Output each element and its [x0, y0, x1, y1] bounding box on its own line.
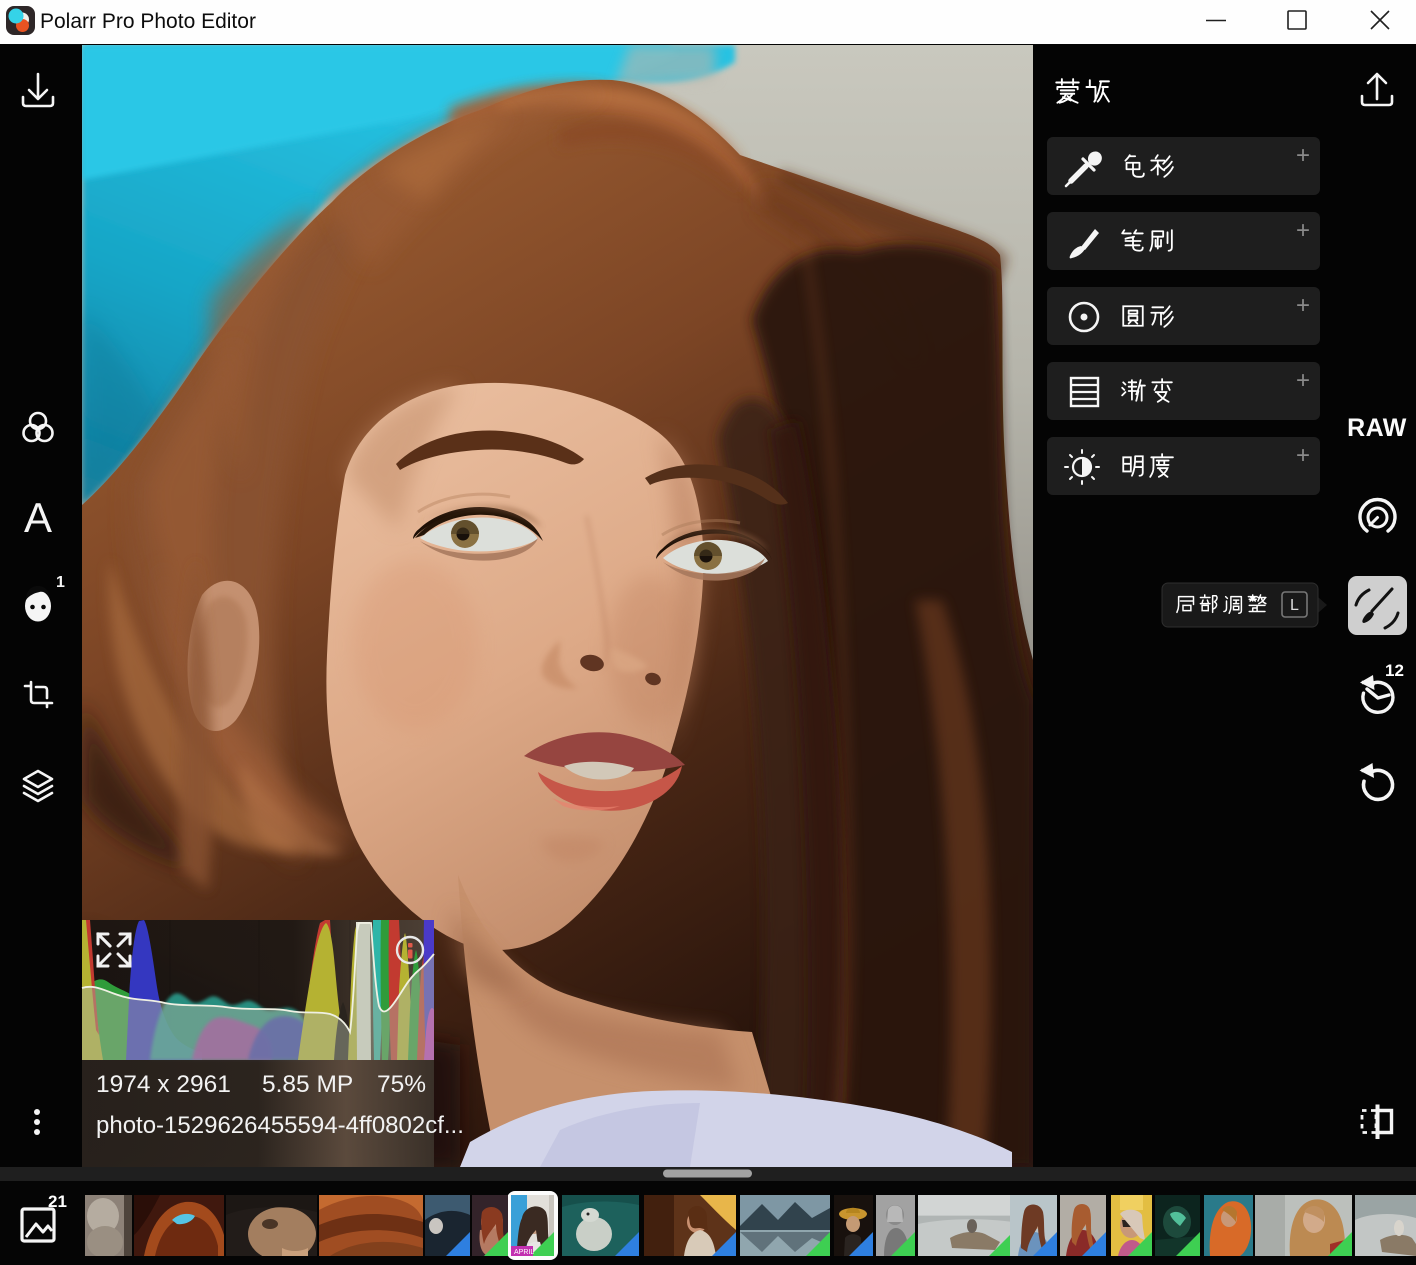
- svg-text:12: 12: [1385, 661, 1404, 680]
- svg-text:+: +: [1296, 442, 1310, 469]
- svg-text:Polarr Pro Photo Editor: Polarr Pro Photo Editor: [40, 10, 256, 33]
- svg-text:1: 1: [56, 574, 65, 591]
- svg-text:APRIL: APRIL: [514, 1249, 534, 1256]
- svg-text:+: +: [1296, 217, 1310, 244]
- svg-text:photo-1529626455594-4ff0802cf.: photo-1529626455594-4ff0802cf...: [96, 1112, 464, 1139]
- svg-text:A: A: [24, 494, 52, 541]
- svg-text:+: +: [1296, 142, 1310, 169]
- svg-text:5.85 MP: 5.85 MP: [262, 1071, 353, 1098]
- svg-text:L: L: [1290, 597, 1299, 614]
- svg-text:75%: 75%: [377, 1071, 426, 1098]
- svg-text:+: +: [1296, 367, 1310, 394]
- svg-text:+: +: [1296, 292, 1310, 319]
- svg-text:RAW: RAW: [1347, 414, 1407, 442]
- svg-text:1974 x 2961: 1974 x 2961: [96, 1071, 231, 1098]
- svg-text:21: 21: [48, 1192, 67, 1211]
